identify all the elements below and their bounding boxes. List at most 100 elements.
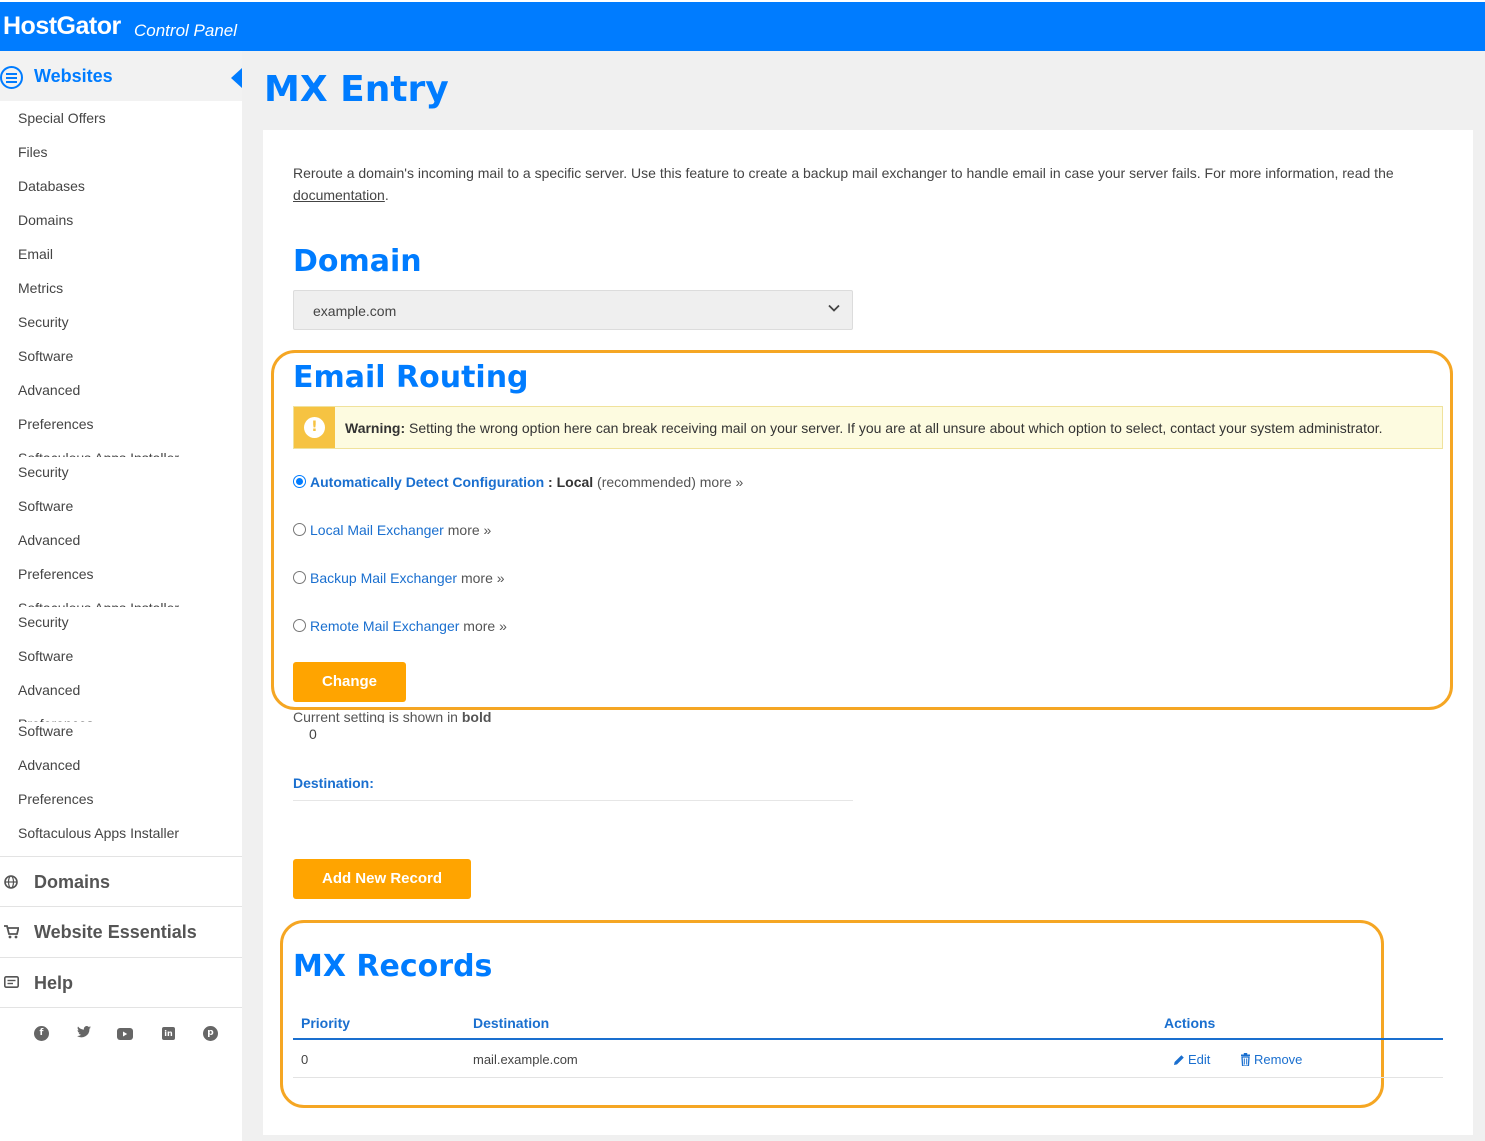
sidebar-item[interactable]: Databases [18, 178, 85, 194]
twitter-icon[interactable] [76, 1026, 91, 1041]
more-link[interactable]: more » [444, 522, 492, 538]
sidebar-item[interactable]: Preferences [18, 791, 93, 807]
intro-end: . [384, 187, 389, 203]
option-auto-detect[interactable]: Automatically Detect Configuration : Loc… [293, 474, 743, 490]
records-table-header: Priority Destination Actions [293, 1012, 1443, 1040]
column-priority[interactable]: Priority [301, 1015, 350, 1031]
priority-value: 0 [309, 726, 317, 742]
sidebar-section-label: Website Essentials [34, 922, 197, 942]
remove-label: Remove [1254, 1052, 1303, 1067]
radio-button[interactable] [293, 619, 306, 632]
domain-heading: Domain [293, 244, 422, 279]
domain-select-value: example.com [313, 303, 397, 319]
warning-message: Setting the wrong option here can break … [409, 420, 1383, 436]
linkedin-icon[interactable]: in [162, 1027, 175, 1040]
sidebar-item[interactable]: Email [18, 246, 53, 262]
warning-icon: ! [304, 417, 325, 438]
row-priority: 0 [301, 1052, 309, 1067]
top-bar: HostGator Control Panel [0, 0, 1485, 51]
more-link[interactable]: more » [457, 570, 505, 586]
brand-logo[interactable]: HostGator [3, 12, 121, 41]
sidebar-item-clipped[interactable]: Softaculous Apps Installer [18, 600, 179, 607]
help-icon [4, 976, 20, 990]
sidebar-section-help[interactable]: Help [0, 957, 242, 1007]
cart-icon [4, 925, 20, 939]
destination-field[interactable] [293, 800, 853, 801]
sidebar-item[interactable]: Security [18, 314, 69, 330]
warning-icon-background: ! [294, 407, 335, 448]
sidebar-item[interactable]: Advanced [18, 682, 80, 698]
mx-records-heading: MX Records [293, 949, 493, 984]
sidebar-section-websites[interactable]: Websites [0, 51, 242, 101]
pencil-icon [1174, 1055, 1184, 1065]
option-backup-mail-exchanger[interactable]: Backup Mail Exchanger more » [293, 570, 505, 586]
sidebar-item-clipped[interactable]: Preferences [18, 716, 93, 722]
brand-subtitle: Control Panel [134, 21, 238, 40]
collapse-caret-icon[interactable] [231, 68, 242, 88]
email-routing-heading: Email Routing [293, 360, 529, 395]
sidebar-item[interactable]: Advanced [18, 757, 80, 773]
sidebar: Websites Special Offers Files Databases … [0, 51, 242, 1141]
youtube-icon[interactable] [117, 1028, 133, 1040]
chevron-down-icon [828, 304, 840, 312]
option-label[interactable]: Automatically Detect Configuration [310, 474, 544, 490]
more-link[interactable]: more » [459, 618, 507, 634]
sidebar-item[interactable]: Advanced [18, 382, 80, 398]
sidebar-item[interactable]: Software [18, 498, 73, 514]
column-destination[interactable]: Destination [473, 1015, 549, 1031]
option-local-mail-exchanger[interactable]: Local Mail Exchanger more » [293, 522, 491, 538]
radio-button[interactable] [293, 523, 306, 536]
option-remote-mail-exchanger[interactable]: Remote Mail Exchanger more » [293, 618, 507, 634]
row-destination: mail.example.com [473, 1052, 578, 1067]
radio-selected[interactable] [293, 475, 306, 488]
current-setting-note: Current setting is shown in bold [293, 709, 491, 723]
facebook-icon[interactable]: f [34, 1026, 49, 1041]
sidebar-item[interactable]: Software [18, 348, 73, 364]
sidebar-section-domains[interactable]: Domains [0, 856, 242, 906]
sidebar-item[interactable]: Metrics [18, 280, 63, 296]
sidebar-section-label: Help [34, 973, 74, 993]
table-row: 0 mail.example.com Edit Remove [293, 1040, 1443, 1078]
more-link[interactable]: more » [700, 474, 744, 490]
destination-label: Destination: [293, 775, 374, 791]
pinterest-icon[interactable]: p [203, 1026, 218, 1041]
change-button[interactable]: Change [293, 662, 406, 702]
sidebar-item[interactable]: Software [18, 648, 73, 664]
option-label[interactable]: Backup Mail Exchanger [310, 570, 457, 586]
current-note-text: Current setting is shown in [293, 709, 462, 723]
remove-action[interactable]: Remove [1240, 1052, 1302, 1067]
page-title: MX Entry [264, 69, 449, 110]
domain-select[interactable]: example.com [293, 290, 853, 330]
column-actions: Actions [1164, 1015, 1216, 1031]
add-new-record-button[interactable]: Add New Record [293, 859, 471, 899]
websites-icon [0, 66, 23, 89]
warning-text: Warning: Setting the wrong option here c… [345, 420, 1383, 436]
sidebar-item[interactable]: Security [18, 464, 69, 480]
radio-button[interactable] [293, 571, 306, 584]
sidebar-item[interactable]: Files [18, 144, 48, 160]
sidebar-item[interactable]: Softaculous Apps Installer [18, 825, 179, 841]
edit-label: Edit [1188, 1052, 1211, 1067]
social-links: f in p [0, 1026, 242, 1046]
documentation-link[interactable]: documentation [293, 187, 385, 203]
sidebar-item[interactable]: Software [18, 723, 73, 739]
sidebar-item[interactable]: Special Offers [18, 110, 106, 126]
sidebar-item[interactable]: Advanced [18, 532, 80, 548]
sidebar-item[interactable]: Domains [18, 212, 73, 228]
sidebar-item[interactable]: Preferences [18, 416, 93, 432]
current-note-bold: bold [461, 709, 492, 723]
sidebar-section-label: Domains [34, 872, 111, 892]
sidebar-item-clipped[interactable]: Softaculous Apps Installer [18, 450, 179, 457]
sidebar-item[interactable]: Preferences [18, 566, 93, 582]
option-label[interactable]: Local Mail Exchanger [310, 522, 444, 538]
sidebar-section-website-essentials[interactable]: Website Essentials [0, 906, 242, 956]
intro-body: Reroute a domain's incoming mail to a sp… [293, 165, 1394, 181]
warning-banner: ! Warning: Setting the wrong option here… [293, 406, 1443, 449]
edit-action[interactable]: Edit [1173, 1052, 1210, 1067]
option-note: (recommended) [593, 474, 700, 490]
trash-icon [1241, 1053, 1250, 1067]
sidebar-item[interactable]: Security [18, 614, 69, 630]
intro-text: Reroute a domain's incoming mail to a sp… [293, 162, 1423, 206]
option-label[interactable]: Remote Mail Exchanger [310, 618, 459, 634]
warning-label: Warning: [345, 420, 406, 436]
